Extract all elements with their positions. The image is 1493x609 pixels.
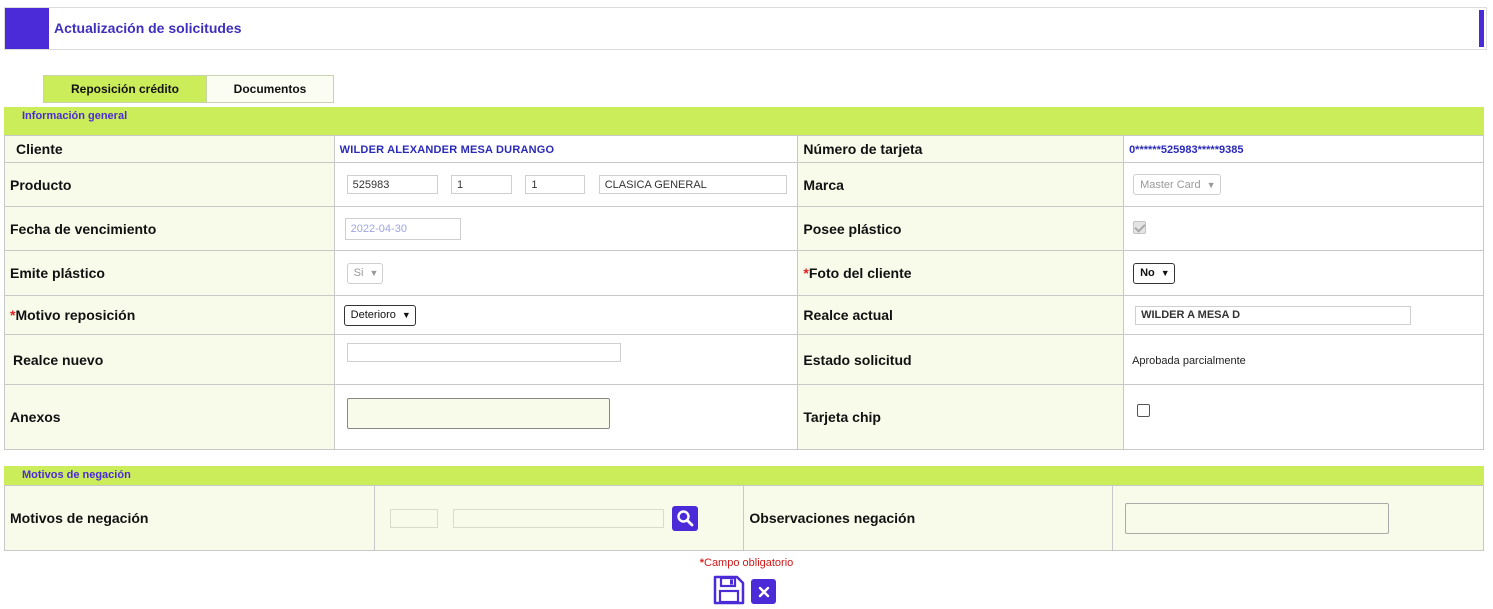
tarjeta-chip-checkbox[interactable] xyxy=(1137,404,1151,417)
foto-cell: No ▼ xyxy=(1123,250,1484,296)
fecha-cell xyxy=(333,206,799,251)
motivo-negacion-descripcion-input[interactable] xyxy=(452,508,664,528)
chevron-down-icon: ▼ xyxy=(1206,179,1216,190)
observaciones-negacion-textarea[interactable] xyxy=(1125,502,1390,534)
search-icon xyxy=(677,510,694,527)
cliente-cell: WILDER ALEXANDER MESA DURANGO xyxy=(333,135,799,163)
page-title: Actualización de solicitudes xyxy=(54,20,242,36)
emite-select-value: Si xyxy=(353,267,364,279)
motivo-select-value: Deterioro xyxy=(350,309,396,321)
informacion-general-table: Cliente WILDER ALEXANDER MESA DURANGO Nú… xyxy=(4,135,1484,450)
form-actions xyxy=(713,575,776,608)
realce-actual-input[interactable] xyxy=(1135,305,1412,325)
motivos-negacion-table: Motivos de negación Observaciones negaci… xyxy=(4,485,1484,551)
numero-tarjeta-cell: 0******525983*****9385 xyxy=(1123,135,1484,163)
required-field-text: Campo obligatorio xyxy=(704,557,794,569)
required-field-note: *Campo obligatorio xyxy=(0,557,1493,569)
save-icon xyxy=(713,575,745,605)
estado-solicitud-label: Estado solicitud xyxy=(797,334,1125,385)
motivo-reposicion-select[interactable]: Deterioro ▼ xyxy=(343,304,416,326)
chevron-down-icon: ▼ xyxy=(369,268,379,278)
realce-actual-label: Realce actual xyxy=(797,295,1125,335)
section-motivos-negacion: Motivos de negación xyxy=(4,466,1484,485)
observaciones-negacion-label: Observaciones negación xyxy=(743,485,1114,551)
realce-nuevo-label: Realce nuevo xyxy=(4,334,335,385)
anexos-cell xyxy=(333,384,799,450)
observaciones-cell xyxy=(1112,485,1484,551)
cliente-value: WILDER ALEXANDER MESA DURANGO xyxy=(339,144,555,156)
tarjeta-chip-label: Tarjeta chip xyxy=(797,384,1125,450)
chevron-down-icon: ▼ xyxy=(401,310,411,320)
producto-label: Producto xyxy=(4,162,335,207)
page-header: Actualización de solicitudes xyxy=(4,7,1487,50)
motivo-reposicion-label: *Motivo reposición xyxy=(4,295,335,335)
foto-select-value: No xyxy=(1140,267,1155,279)
anexos-label: Anexos xyxy=(4,384,335,450)
marca-cell: Master Card ▼ xyxy=(1123,162,1484,207)
header-right-bar xyxy=(1479,10,1484,47)
marca-label: Marca xyxy=(797,162,1125,207)
producto-campo3-input[interactable] xyxy=(525,175,586,194)
motivo-negacion-codigo-input[interactable] xyxy=(389,508,438,528)
tab-reposicion-credito[interactable]: Reposición crédito xyxy=(43,75,207,103)
realce-actual-cell xyxy=(1123,295,1484,335)
anexos-textarea[interactable] xyxy=(346,397,610,429)
marca-select[interactable]: Master Card ▼ xyxy=(1133,174,1221,195)
cliente-label: Cliente xyxy=(4,135,335,163)
producto-nombre-input[interactable] xyxy=(598,175,787,194)
posee-cell xyxy=(1123,206,1484,251)
foto-cliente-select[interactable]: No ▼ xyxy=(1133,262,1175,284)
realce-nuevo-cell xyxy=(333,334,799,385)
foto-cliente-label: *Foto del cliente xyxy=(797,250,1125,296)
foto-cliente-text: Foto del cliente xyxy=(808,265,912,281)
marca-select-value: Master Card xyxy=(1140,178,1201,191)
header-color-block xyxy=(5,8,49,49)
producto-campo2-input[interactable] xyxy=(451,175,513,194)
estado-cell: Aprobada parcialmente xyxy=(1123,334,1484,385)
search-button[interactable] xyxy=(672,505,699,531)
motivo-reposicion-text: Motivo reposición xyxy=(15,307,136,323)
fecha-vencimiento-input[interactable] xyxy=(344,217,461,240)
close-button[interactable] xyxy=(751,579,776,604)
section-informacion-general: Información general xyxy=(4,107,1484,135)
emite-plastico-label: Emite plástico xyxy=(4,250,335,296)
motivos-negacion-label: Motivos de negación xyxy=(4,485,375,551)
close-icon xyxy=(758,586,769,597)
emite-plastico-select[interactable]: Si ▼ xyxy=(346,262,384,284)
motivo-cell: Deterioro ▼ xyxy=(333,295,799,335)
posee-plastico-checkbox[interactable] xyxy=(1133,220,1147,234)
numero-tarjeta-label: Número de tarjeta xyxy=(797,135,1125,163)
producto-fields xyxy=(333,162,799,207)
tab-bar: Reposición crédito Documentos xyxy=(43,75,334,103)
chip-cell xyxy=(1123,384,1484,450)
producto-codigo-input[interactable] xyxy=(346,175,438,194)
posee-plastico-label: Posee plástico xyxy=(797,206,1125,251)
fecha-vencimiento-label: Fecha de vencimiento xyxy=(4,206,335,251)
tab-documentos[interactable]: Documentos xyxy=(207,75,334,103)
save-button[interactable] xyxy=(713,575,745,608)
motivos-negacion-fields xyxy=(373,485,745,551)
numero-tarjeta-value: 0******525983*****9385 xyxy=(1129,144,1244,156)
emite-cell: Si ▼ xyxy=(333,250,799,296)
estado-solicitud-value: Aprobada parcialmente xyxy=(1132,354,1246,367)
realce-nuevo-input[interactable] xyxy=(346,343,621,362)
chevron-down-icon: ▼ xyxy=(1160,268,1170,278)
